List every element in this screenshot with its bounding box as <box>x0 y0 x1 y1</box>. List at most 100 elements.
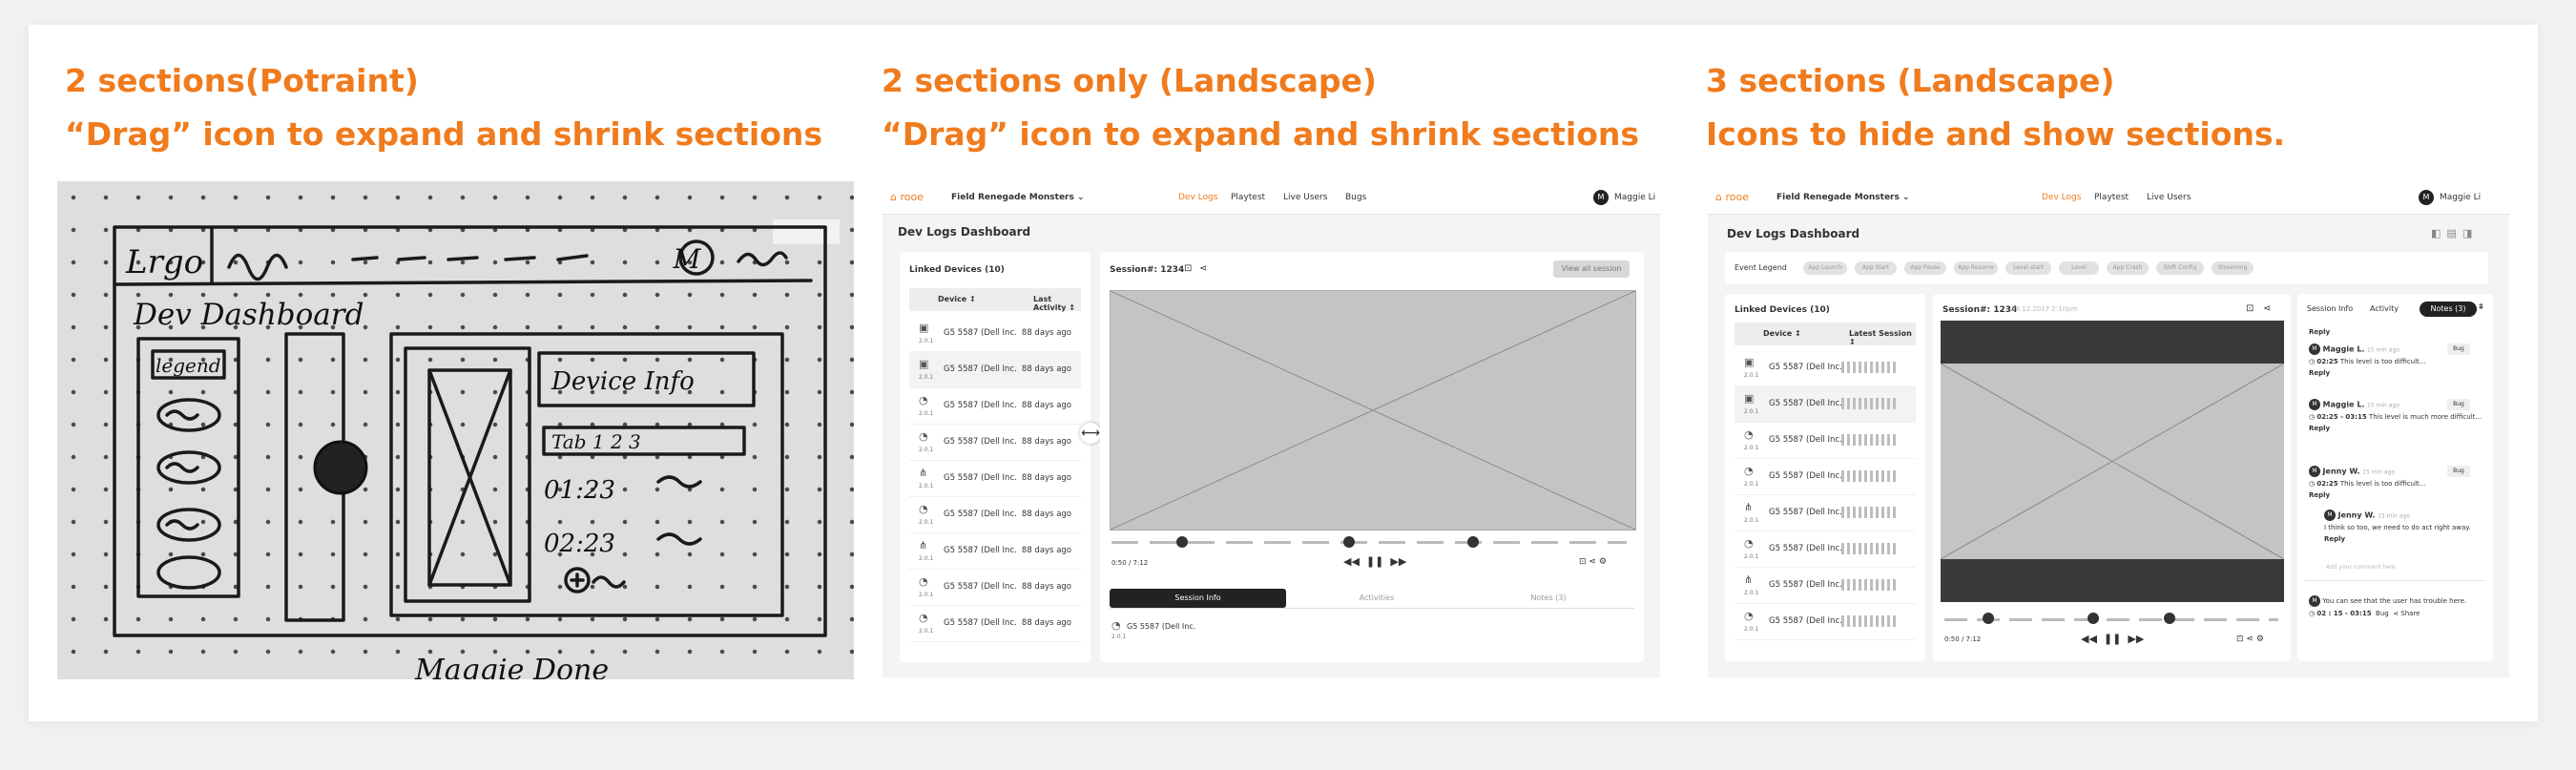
nav-dev-logs[interactable]: Dev Logs <box>2042 193 2081 202</box>
download-icon[interactable]: ⊡ <box>2246 303 2254 314</box>
view-all-sessions-button[interactable]: View all session <box>1553 260 1630 278</box>
sketch-drawing: Lrgo M Dev Dashboard legend Device Info … <box>113 219 840 679</box>
table-row[interactable]: ◔ 2.0.1 G5 5587 (Dell Inc. 88 days ago <box>909 496 1081 533</box>
video-player[interactable] <box>1940 321 2285 602</box>
download-icon[interactable]: ⊡ <box>1579 557 1587 567</box>
share-icon[interactable]: ⋖ <box>2263 303 2271 314</box>
table-row[interactable]: ⋔ 2.0.1 G5 5587 (Dell Inc. <box>1735 567 1916 604</box>
legend-chip[interactable]: Level start <box>2005 261 2051 275</box>
nav-live-users[interactable]: Live Users <box>1283 193 1327 202</box>
timeline-marker[interactable] <box>2164 613 2175 624</box>
nav-dev-logs[interactable]: Dev Logs <box>1178 193 1217 202</box>
legend-chip[interactable]: App Crash <box>2107 261 2149 275</box>
legend-chip[interactable]: Shift Config <box>2156 261 2204 275</box>
table-row[interactable]: ⋔ 2.0.1 G5 5587 (Dell Inc. 88 days ago <box>909 460 1081 497</box>
legend-chip[interactable]: App Launch <box>1803 261 1847 275</box>
session-activity-bars <box>1841 543 1899 554</box>
timeline-marker[interactable] <box>1467 536 1479 548</box>
legend-chip[interactable]: App Pause <box>1904 261 1946 275</box>
nav-live-users[interactable]: Live Users <box>2147 193 2191 202</box>
timeline-marker[interactable] <box>1983 613 1994 624</box>
tab-activity[interactable]: Activity <box>2360 302 2408 317</box>
table-row[interactable]: ◔ 2.0.1 G5 5587 (Dell Inc. 88 days ago <box>909 605 1081 642</box>
device-version: 2.0.1 <box>1744 445 1759 451</box>
pause-icon[interactable]: ❚❚ <box>2104 633 2121 645</box>
timeline-marker[interactable] <box>1343 536 1355 548</box>
reply-link[interactable]: Reply <box>2309 369 2483 377</box>
download-icon[interactable]: ⊡ <box>2236 635 2244 644</box>
reply-link[interactable]: Reply <box>2309 328 2483 336</box>
forward-icon[interactable]: ▶▶ <box>2128 633 2144 645</box>
avatar[interactable]: M <box>1593 190 1609 205</box>
project-selector[interactable]: Field Renegade Monsters ⌄ <box>951 193 1085 202</box>
user-name[interactable]: Maggie Li <box>1614 193 1655 202</box>
reply-link[interactable]: Reply <box>2309 491 2483 499</box>
tab-activities[interactable]: Activities <box>1291 589 1463 608</box>
table-row[interactable]: ⋔ 2.0.1 G5 5587 (Dell Inc. 88 days ago <box>909 532 1081 570</box>
bug-tag[interactable]: Bug <box>2447 466 2470 477</box>
bug-tag[interactable]: Bug <box>2376 610 2389 617</box>
event-timeline[interactable] <box>1944 618 2278 621</box>
show-left-section-icon[interactable]: ◧ <box>2431 227 2446 239</box>
legend-chip[interactable]: Level <box>2059 261 2099 275</box>
nav-playtest[interactable]: Playtest <box>2094 193 2129 202</box>
tab-notes[interactable]: Notes (3) <box>2420 302 2477 317</box>
timeline-marker[interactable] <box>1176 536 1188 548</box>
brand-logo[interactable]: ⌂ rooe <box>890 191 924 203</box>
timeline-marker[interactable] <box>2088 613 2099 624</box>
forward-icon[interactable]: ▶▶ <box>1390 555 1406 568</box>
table-row[interactable]: ◔ 2.0.1 G5 5587 (Dell Inc. 88 days ago <box>909 424 1081 461</box>
table-row[interactable]: ▣ 2.0.1 G5 5587 (Dell Inc. <box>1735 385 1916 423</box>
rewind-icon[interactable]: ◀◀ <box>2081 633 2097 645</box>
device-name: G5 5587 (Dell Inc. <box>1769 399 1842 408</box>
rewind-icon[interactable]: ◀◀ <box>1343 555 1360 568</box>
col-latest-session[interactable]: Latest Session ↕ <box>1849 329 1916 346</box>
legend-chip[interactable]: Streaming <box>2212 261 2254 275</box>
reply-link[interactable]: Reply <box>2309 425 2483 432</box>
show-middle-section-icon[interactable]: ▤ <box>2446 227 2462 239</box>
share-button[interactable]: ⋖ Share <box>2393 610 2420 617</box>
table-row[interactable]: ▣ 2.0.1 G5 5587 (Dell Inc. <box>1735 349 1916 386</box>
video-player[interactable] <box>1110 290 1636 531</box>
table-row[interactable]: ◔ 2.0.1 G5 5587 (Dell Inc. <box>1735 458 1916 495</box>
show-right-section-icon[interactable]: ◨ <box>2462 227 2478 239</box>
nav-playtest[interactable]: Playtest <box>1231 193 1265 202</box>
table-row[interactable]: ◔ 2.0.1 G5 5587 (Dell Inc. <box>1735 603 1916 640</box>
avatar[interactable]: M <box>2419 190 2434 205</box>
legend-chip[interactable]: App Start <box>1855 261 1897 275</box>
reply-link[interactable]: Reply <box>2324 535 2483 543</box>
share-icon[interactable]: ⋖ <box>2246 635 2254 644</box>
gear-icon[interactable]: ⚙ <box>2256 635 2264 644</box>
col-device[interactable]: Device ↕ <box>938 295 976 303</box>
avatar: M <box>2309 343 2320 355</box>
table-row[interactable]: ⋔ 2.0.1 G5 5587 (Dell Inc. <box>1735 494 1916 531</box>
drag-resize-icon[interactable]: ⟷ <box>1080 423 1101 444</box>
bug-tag[interactable]: Bug <box>2447 343 2470 355</box>
col-last-activity[interactable]: Last Activity ↕ <box>1033 295 1081 312</box>
nav-bugs[interactable]: Bugs <box>1345 193 1366 202</box>
table-row[interactable]: ▣ 2.0.1 G5 5587 (Dell Inc. 88 days ago <box>909 351 1081 388</box>
comment-input[interactable]: Add your comment here <box>2326 564 2396 571</box>
section-toggle-icons: ◧▤◨ <box>2431 227 2478 239</box>
brand-logo[interactable]: ⌂ rooe <box>1715 191 1749 203</box>
tab-session-info[interactable]: Session Info <box>1110 589 1286 608</box>
table-row[interactable]: ◔ 2.0.1 G5 5587 (Dell Inc. 88 days ago <box>909 569 1081 606</box>
share-icon[interactable]: ⋖ <box>1199 263 1207 274</box>
legend-chip[interactable]: App Resume <box>1954 261 1998 275</box>
table-row[interactable]: ◔ 2.0.1 G5 5587 (Dell Inc. <box>1735 422 1916 459</box>
filter-icon[interactable]: ⩩ <box>2479 302 2483 312</box>
table-row[interactable]: ▣ 2.0.1 G5 5587 (Dell Inc. 88 days ago <box>909 315 1081 352</box>
table-row[interactable]: ◔ 2.0.1 G5 5587 (Dell Inc. <box>1735 531 1916 568</box>
gear-icon[interactable]: ⚙ <box>1599 557 1607 567</box>
bug-tag[interactable]: Bug <box>2447 399 2470 410</box>
col-device[interactable]: Device ↕ <box>1763 329 1801 338</box>
tab-notes[interactable]: Notes (3) <box>1463 589 1634 608</box>
project-selector[interactable]: Field Renegade Monsters ⌄ <box>1776 193 1910 202</box>
table-row[interactable]: ◔ 2.0.1 G5 5587 (Dell Inc. 88 days ago <box>909 387 1081 425</box>
event-timeline[interactable] <box>1111 541 1627 544</box>
tab-session-info[interactable]: Session Info <box>2303 302 2357 317</box>
pause-icon[interactable]: ❚❚ <box>1366 555 1383 568</box>
download-icon[interactable]: ⊡ <box>1184 263 1192 274</box>
user-name[interactable]: Maggie Li <box>2440 193 2481 202</box>
share-icon[interactable]: ⋖ <box>1589 557 1596 567</box>
